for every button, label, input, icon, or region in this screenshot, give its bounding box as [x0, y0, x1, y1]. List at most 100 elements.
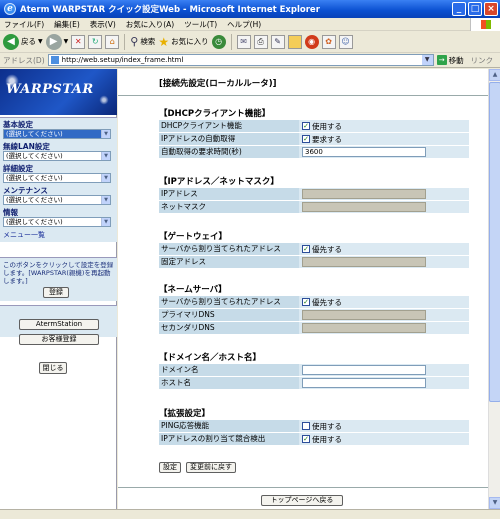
research-icon[interactable]: ✿	[321, 34, 336, 49]
content-frame: [接続先設定(ローカルルータ)] 【DHCPクライアント機能】 DHCPクライア…	[118, 69, 488, 509]
gateway-server-field: ✓ 優先する	[299, 243, 469, 255]
windows-logo	[470, 18, 500, 31]
detail-settings-select[interactable]: (選択してください) ▼	[3, 173, 111, 183]
close-button[interactable]: 閉じる	[39, 362, 67, 374]
chevron-down-icon[interactable]: ▼	[421, 55, 433, 65]
stop-icon[interactable]: ✕	[71, 34, 86, 49]
checkbox-label: 使用する	[312, 121, 342, 131]
warpstar-logo: WARPSTAR	[0, 69, 117, 115]
request-time-field: 3600	[299, 146, 469, 158]
maximize-button[interactable]: □	[468, 2, 482, 16]
history-icon[interactable]: ◷	[211, 34, 226, 49]
domain-name-input[interactable]	[302, 365, 426, 375]
register-button[interactable]: 登録	[43, 287, 69, 298]
section-heading: 【ゲートウェイ】	[159, 232, 228, 242]
address-input[interactable]: http://web.setup/index_frame.html ▼	[47, 54, 434, 66]
chevron-down-icon: ▼	[101, 218, 110, 226]
status-bar	[0, 509, 500, 519]
table-row: IPアドレス	[159, 188, 469, 200]
menu-list-link[interactable]: メニュー一覧	[3, 230, 114, 240]
gateway-section: 【ゲートウェイ】 サーバから割り当てられたアドレス ✓ 優先する 固定アドレス	[159, 232, 469, 269]
menu-edit[interactable]: 編集(E)	[54, 19, 80, 30]
table-row: ドメイン名	[159, 364, 469, 376]
customer-register-button[interactable]: お客様登録	[19, 334, 99, 345]
forward-button[interactable]: ▶ ▼	[45, 33, 68, 51]
request-time-input[interactable]: 3600	[302, 147, 426, 157]
top-page-button[interactable]: トップページへ戻る	[261, 495, 343, 506]
divider	[118, 487, 488, 488]
gateway-priority-checkbox[interactable]: ✓	[302, 245, 310, 253]
register-note-box: このボタンをクリックして設定を登録します。[WARPSTAR(親機)を再起動しま…	[0, 257, 117, 301]
favorites-button[interactable]: ★ お気に入り	[158, 33, 208, 51]
reset-button[interactable]: 変更前に戻す	[186, 462, 236, 473]
nav-group-maintenance: メンテナンス (選択してください) ▼	[3, 186, 114, 205]
dhcp-client-checkbox[interactable]: ✓	[302, 122, 310, 130]
row-label: 自動取得の要求時間(秒)	[159, 146, 299, 158]
section-heading: 【ネームサーバ】	[159, 285, 227, 295]
set-button[interactable]: 設定	[159, 462, 181, 473]
wireless-settings-select[interactable]: (選択してください) ▼	[3, 151, 111, 161]
maintenance-select[interactable]: (選択してください) ▼	[3, 195, 111, 205]
row-label: サーバから割り当てられたアドレス	[159, 296, 299, 308]
menu-file[interactable]: ファイル(F)	[4, 19, 44, 30]
nav-panel: 基本設定 (選択してください) ▼ 無線LAN設定 (選択してください) ▼ 詳…	[0, 117, 117, 242]
menu-tools[interactable]: ツール(T)	[184, 19, 217, 30]
menu-favorites[interactable]: お気に入り(A)	[126, 19, 174, 30]
folder-icon[interactable]	[287, 34, 302, 49]
fixed-address-input	[302, 257, 426, 267]
nav-caption: メンテナンス	[3, 186, 48, 195]
row-label: 固定アドレス	[159, 256, 299, 268]
ip-auto-checkbox[interactable]: ✓	[302, 135, 310, 143]
menu-view[interactable]: 表示(V)	[90, 19, 116, 30]
aterm-station-button[interactable]: AtermStation	[19, 319, 99, 330]
host-name-input[interactable]	[302, 378, 426, 388]
row-label: IPアドレスの割り当て競合検出	[159, 433, 299, 445]
primary-dns-field	[299, 309, 469, 321]
select-value: (選択してください)	[6, 174, 63, 182]
basic-settings-select[interactable]: (選択してください) ▼	[3, 129, 111, 139]
menu-help[interactable]: ヘルプ(H)	[227, 19, 261, 30]
scroll-down-icon[interactable]: ▼	[489, 497, 500, 509]
back-button[interactable]: ◀ 戻る ▼	[3, 33, 43, 51]
sidebar-frame: WARPSTAR 基本設定 (選択してください) ▼ 無線LAN設定 (選択して…	[0, 69, 117, 509]
menu-bar: ファイル(F) 編集(E) 表示(V) お気に入り(A) ツール(T) ヘルプ(…	[0, 18, 500, 31]
print-icon[interactable]: ⎙	[253, 34, 268, 49]
ip-section: 【IPアドレス／ネットマスク】 IPアドレス ネットマスク	[159, 177, 469, 214]
scroll-up-icon[interactable]: ▲	[489, 69, 500, 81]
dns-priority-checkbox[interactable]: ✓	[302, 298, 310, 306]
vertical-scrollbar[interactable]: ▲ ▼	[488, 69, 500, 509]
row-label: ネットマスク	[159, 201, 299, 213]
register-note: このボタンをクリックして設定を登録します。[WARPSTAR(親機)を再起動しま…	[3, 261, 114, 285]
chevron-down-icon: ▼	[101, 196, 110, 204]
search-button[interactable]: ⚲ 検索	[130, 33, 155, 51]
scroll-thumb[interactable]	[489, 82, 500, 402]
secondary-dns-input	[302, 323, 426, 333]
messenger-icon[interactable]: ◉	[304, 34, 319, 49]
go-button[interactable]: → 移動	[436, 55, 464, 66]
close-window-button[interactable]: ×	[484, 2, 498, 16]
nav-group-info: 情報 (選択してください) ▼	[3, 208, 114, 227]
checkbox-label: 優先する	[312, 244, 342, 254]
home-icon[interactable]: ⌂	[105, 34, 120, 49]
people-icon[interactable]: ☺	[338, 34, 353, 49]
ping-checkbox[interactable]	[302, 422, 310, 430]
ip-address-field	[299, 188, 469, 200]
back-label: 戻る	[21, 37, 36, 46]
address-url: http://web.setup/index_frame.html	[61, 56, 184, 64]
refresh-icon[interactable]: ↻	[88, 34, 103, 49]
table-row: セカンダリDNS	[159, 322, 469, 334]
ip-auto-field: ✓ 要求する	[299, 133, 469, 145]
mail-icon[interactable]: ✉	[236, 34, 251, 49]
go-label: 移動	[448, 55, 464, 65]
checkbox-label: 要求する	[312, 134, 342, 144]
table-row: IPアドレスの割り当て競合検出 ✓ 使用する	[159, 433, 469, 445]
links-label[interactable]: リンク	[471, 55, 494, 66]
conflict-detect-checkbox[interactable]: ✓	[302, 435, 310, 443]
edit-icon[interactable]: ✎	[270, 34, 285, 49]
row-label: プライマリDNS	[159, 309, 299, 321]
info-select[interactable]: (選択してください) ▼	[3, 217, 111, 227]
table-row: 固定アドレス	[159, 256, 469, 268]
minimize-button[interactable]: _	[452, 2, 466, 16]
conflict-detect-field: ✓ 使用する	[299, 433, 469, 445]
logo-text: WARPSTAR	[6, 82, 94, 97]
